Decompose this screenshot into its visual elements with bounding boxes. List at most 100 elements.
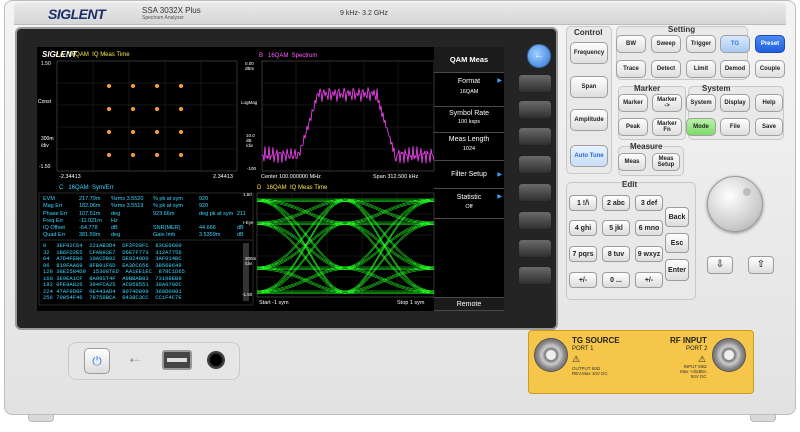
panel-b-yunit: 10.0 dB /div: [246, 133, 255, 148]
usb-port[interactable]: [162, 350, 192, 370]
marker-fn-key[interactable]: Marker Fn: [652, 118, 682, 136]
tg-key[interactable]: TG: [720, 35, 750, 53]
trace-key[interactable]: Trace: [616, 60, 646, 78]
key-8[interactable]: 8 tuv: [602, 246, 630, 262]
help-key[interactable]: Help: [755, 94, 783, 112]
panel-d-title: D 16QAM IQ Meas Time: [257, 185, 328, 191]
marker-key[interactable]: Marker: [618, 94, 648, 112]
esc-key[interactable]: Esc: [665, 233, 689, 253]
constellation-point: [154, 106, 160, 112]
meas-key[interactable]: Meas: [618, 153, 646, 171]
arrow-down-key[interactable]: ⇩: [707, 256, 733, 274]
tg-source-connector[interactable]: [534, 338, 568, 372]
softkey-button-3[interactable]: [518, 127, 552, 146]
tg-spec-label: OUTPUT 50Ω REV.Max 10V DC: [572, 366, 608, 376]
softkey-format[interactable]: Format 16QAM ▶: [434, 73, 504, 107]
enter-key[interactable]: Enter: [665, 259, 689, 281]
span-key[interactable]: Span: [570, 76, 608, 98]
detect-key[interactable]: Detect: [651, 60, 681, 78]
softkey-filter-setup[interactable]: Filter Setup ▶: [434, 161, 504, 189]
key-7[interactable]: 7 pqrs: [569, 246, 597, 262]
key-3[interactable]: 3 def: [635, 195, 663, 211]
arrow-up-key[interactable]: ⇧: [748, 256, 774, 274]
model-subtitle: Spectrum Analyzer: [142, 15, 184, 21]
setting-group-title: Setting: [668, 25, 696, 34]
key-6[interactable]: 6 mno: [635, 220, 663, 236]
metric-cell: dB: [237, 225, 244, 232]
key-5[interactable]: 5 jkl: [602, 220, 630, 236]
softkey-button-6[interactable]: [518, 211, 552, 230]
marker-to-key[interactable]: Marker ->: [652, 94, 682, 112]
panel-b-ymid: LogMag: [241, 100, 258, 105]
key-1[interactable]: 1 !/\: [569, 195, 597, 211]
softkey-symbol-rate[interactable]: Symbol Rate 100 ksps: [434, 107, 504, 133]
tg-port-label: PORT 1: [572, 346, 594, 352]
key-4[interactable]: 4 ghi: [569, 220, 597, 236]
constellation-point: [154, 83, 160, 89]
measure-group-title: Measure: [630, 142, 663, 151]
demod-key[interactable]: Demod: [720, 60, 750, 78]
metric-row: Freq Err -11.021m Hz: [43, 218, 253, 225]
meas-setup-key[interactable]: Meas Setup: [652, 153, 680, 171]
system-key[interactable]: System: [686, 94, 716, 112]
metric-cell: Quad Err: [43, 232, 66, 239]
sweep-key[interactable]: Sweep: [651, 35, 681, 53]
audio-jack[interactable]: [207, 351, 225, 369]
panel-d-xright: Stop 1 sym: [397, 300, 425, 306]
metric-cell: 182.06m: [79, 203, 101, 210]
constellation-point: [178, 152, 184, 158]
trigger-key[interactable]: Trigger: [686, 35, 716, 53]
softkey-statistic[interactable]: Statistic Off ▶: [434, 189, 504, 219]
amplitude-key[interactable]: Amplitude: [570, 109, 608, 131]
constellation-point: [130, 129, 136, 135]
metric-cell: 920: [199, 196, 209, 202]
brand-logo: SIGLENT: [48, 6, 106, 22]
softkey-button-8[interactable]: [518, 266, 552, 285]
key-2[interactable]: 2 abc: [602, 195, 630, 211]
display-key[interactable]: Display: [720, 94, 750, 112]
return-button[interactable]: ←: [527, 44, 551, 68]
marker-group-title: Marker: [634, 84, 661, 93]
constellation-point: [130, 106, 136, 112]
metric-cell: %rms 3.5519: [111, 203, 144, 210]
constellation-point: [106, 106, 112, 112]
softkey-button-4[interactable]: [518, 155, 552, 174]
panel-b-title: B 16QAM Spectrum: [259, 53, 318, 59]
preset-key[interactable]: Preset: [755, 35, 785, 53]
save-key[interactable]: Save: [755, 118, 783, 136]
softkey-menu-title: QAM Meas: [434, 47, 504, 73]
key-plus-minus[interactable]: +/-: [569, 272, 597, 288]
key-0[interactable]: 0 ...: [602, 272, 630, 288]
metric-row: IQ Offset -64.778 dB SNR(MER) 44.666 dB: [43, 225, 253, 232]
back-key[interactable]: Back: [665, 207, 689, 227]
auto-tune-key[interactable]: Auto Tune: [570, 145, 608, 167]
frequency-key[interactable]: Frequency: [570, 42, 608, 64]
frequency-range: 9 kHz- 3.2 GHz: [340, 10, 388, 17]
peak-key[interactable]: Peak: [618, 118, 648, 136]
rf-port-label: PORT 2: [686, 346, 708, 352]
constellation-point: [178, 129, 184, 135]
softkey-button-2[interactable]: [518, 100, 552, 119]
panel-d-ymid: I-Eye: [243, 220, 254, 225]
couple-key[interactable]: Couple: [755, 60, 785, 78]
rf-input-connector[interactable]: [712, 338, 746, 372]
softkey-button-7[interactable]: [518, 239, 552, 258]
bw-key[interactable]: BW: [616, 35, 646, 53]
softkey-button-5[interactable]: [518, 183, 552, 202]
mode-key[interactable]: Mode: [686, 118, 716, 136]
metric-cell: Mag Err: [43, 203, 63, 210]
constellation-point: [106, 152, 112, 158]
key-sign[interactable]: +/-: [635, 272, 663, 288]
file-key[interactable]: File: [720, 118, 750, 136]
key-9[interactable]: 9 wxyz: [635, 246, 663, 262]
top-strip: [14, 3, 786, 25]
rotary-knob[interactable]: [707, 176, 763, 232]
panel-d-xleft: Start -1 sym: [259, 300, 289, 306]
constellation-point: [154, 152, 160, 158]
limit-key[interactable]: Limit: [686, 60, 716, 78]
softkey-button-1[interactable]: [518, 74, 552, 93]
panel-a-ymid: Const: [38, 99, 52, 105]
softkey-meas-length[interactable]: Meas Length 1024: [434, 133, 504, 161]
power-button[interactable]: ⏻: [84, 348, 110, 374]
rf-spec-label: INPUT 50Ω Max +30dBm 50V DC: [680, 364, 707, 379]
